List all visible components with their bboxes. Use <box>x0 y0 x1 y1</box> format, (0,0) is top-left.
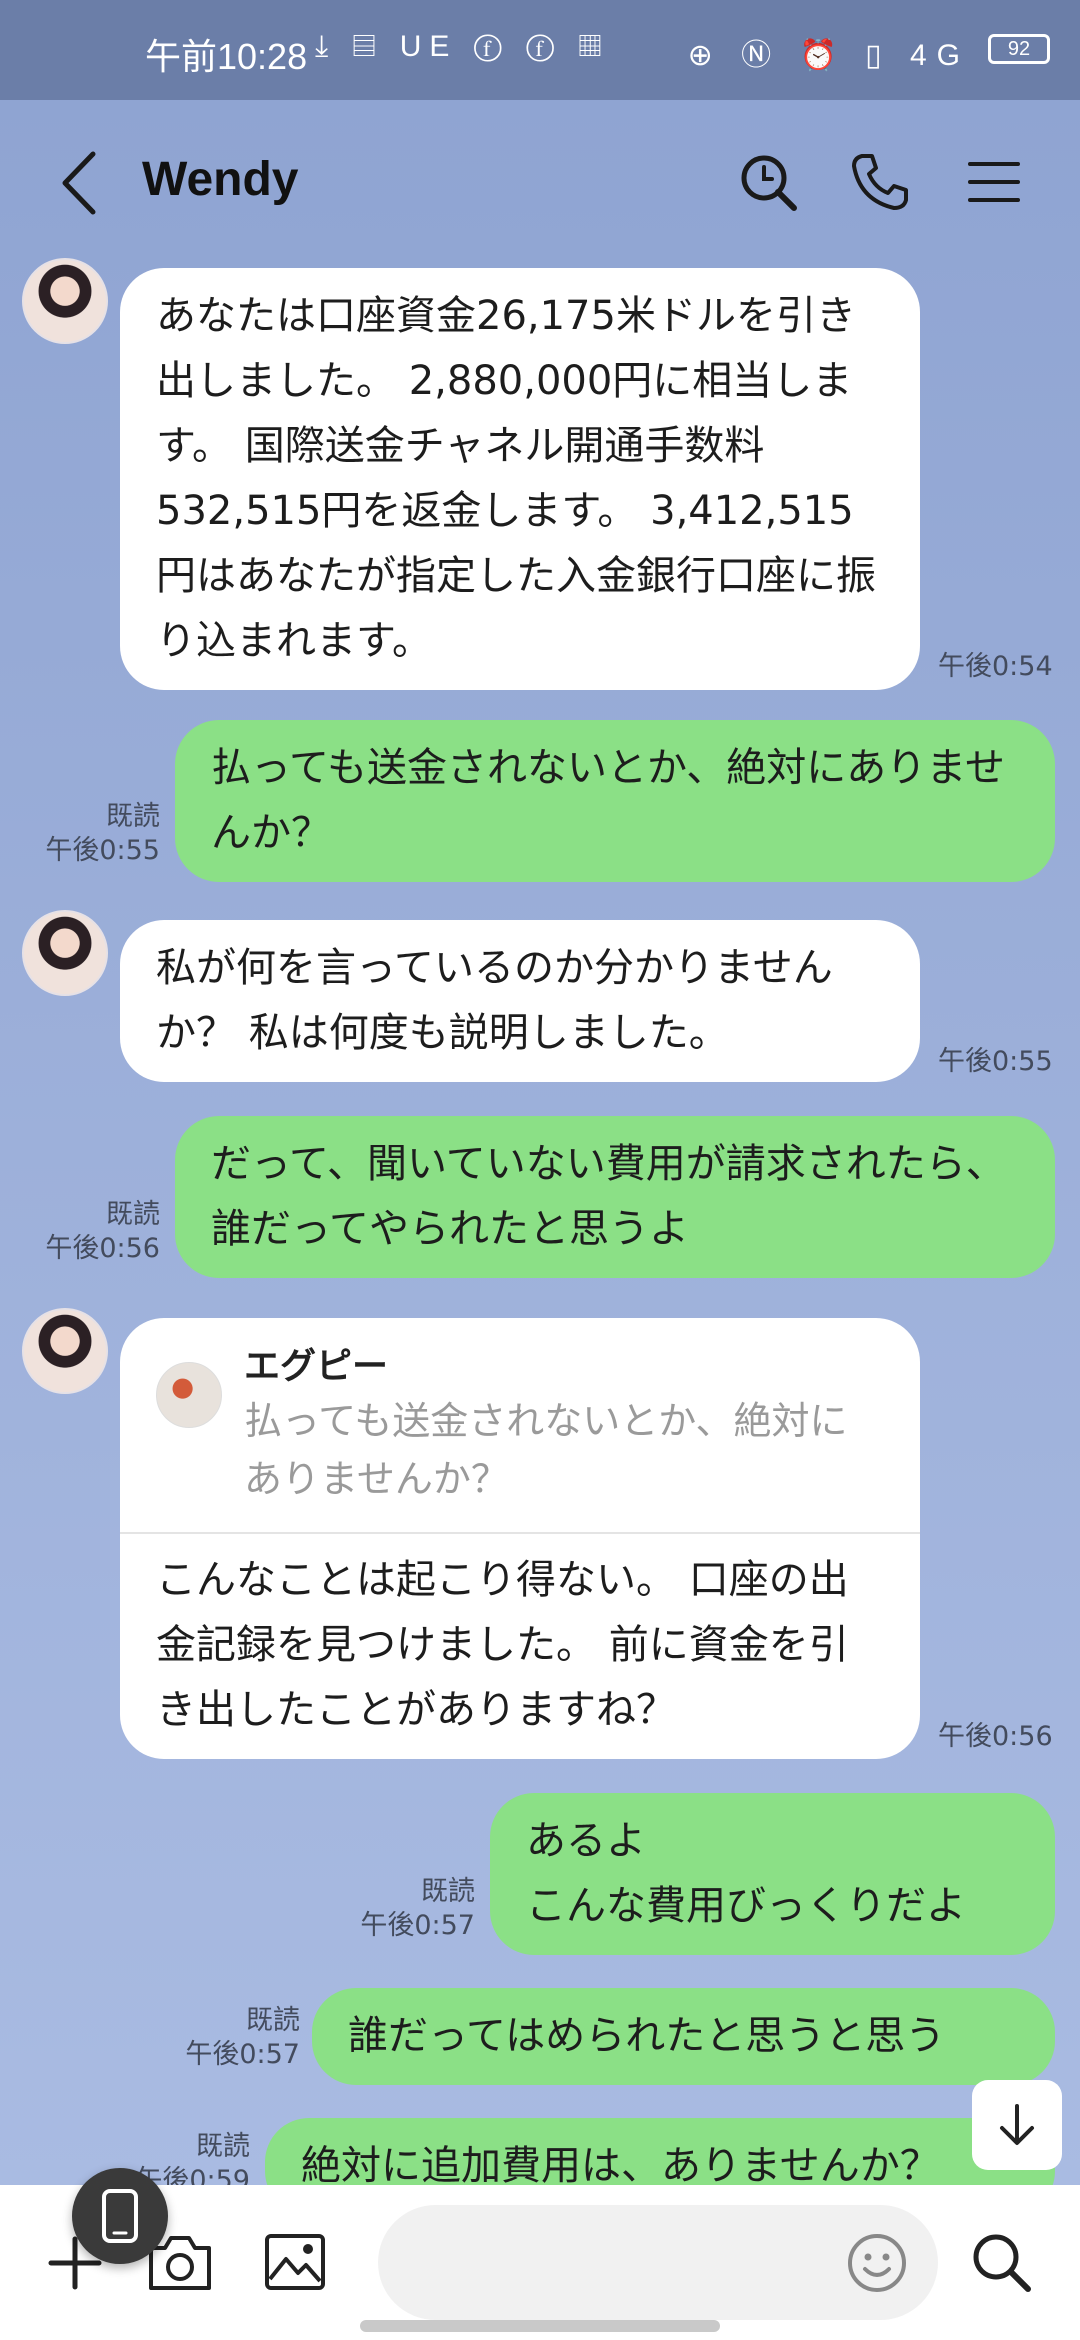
notification-icons: ⤓ ▤ UE ⓕ ⓕ ▦ <box>315 30 610 63</box>
battery-icon: 92 <box>988 34 1050 64</box>
avatar[interactable] <box>22 910 108 996</box>
message-time: 午後0:56 <box>938 1721 1053 1752</box>
read-receipt: 既読 <box>421 1876 475 1907</box>
chat-area[interactable]: Wendy あなたは口座資金26,175米ドルを引き出しました。 2,880,0… <box>0 100 1080 2185</box>
message-bubble-outgoing[interactable]: 払っても送金されないとか、絶対にありませんか？ <box>175 720 1055 882</box>
message-time: 午後0:57 <box>360 1910 475 1941</box>
message-meta: 既読 午後0:57 <box>150 2004 300 2072</box>
scroll-down-button[interactable] <box>972 2080 1062 2170</box>
floating-phone-button[interactable] <box>72 2168 168 2264</box>
image-icon[interactable] <box>262 2229 328 2295</box>
status-time: 午前10:28 <box>145 36 308 77</box>
phone-device-icon <box>102 2189 138 2243</box>
reply-quote[interactable]: エグピー 払っても送金されないとか、絶対にありませんか？ <box>156 1334 884 1532</box>
divider <box>120 1532 920 1534</box>
message-bubble-reply[interactable]: エグピー 払っても送金されないとか、絶対にありませんか？ こんなことは起こり得な… <box>120 1318 920 1759</box>
search-icon[interactable] <box>968 2229 1034 2295</box>
arrow-down-icon <box>1000 2104 1034 2145</box>
message-bubble-incoming[interactable]: 私が何を言っているのか分かりませんか？ 私は何度も説明しました。 <box>120 920 920 1082</box>
message-bubble-outgoing[interactable]: 誰だってはめられたと思うと思う <box>312 1988 1055 2085</box>
message-time: 午後0:54 <box>938 651 1053 682</box>
read-receipt: 既読 <box>246 2005 300 2036</box>
home-indicator <box>360 2320 720 2332</box>
read-receipt: 既読 <box>106 1199 160 1230</box>
status-bar: 午前10:28 ⤓ ▤ UE ⓕ ⓕ ▦ ⊕ Ⓝ ⏰ ▯ 4G 92 <box>0 0 1080 100</box>
message-bubble-outgoing[interactable]: 絶対に追加費用は、ありませんか？ <box>265 2118 1055 2185</box>
reply-text: 払っても送金されないとか、絶対にありませんか？ <box>244 1399 848 1501</box>
read-receipt: 既読 <box>196 2131 250 2162</box>
message-time: 午後0:56 <box>45 1233 160 1264</box>
avatar[interactable] <box>22 1308 108 1394</box>
message-time: 午後0:55 <box>45 835 160 866</box>
message-meta: 既読 午後0:55 <box>30 800 160 868</box>
search-icon[interactable] <box>736 150 800 214</box>
read-receipt: 既読 <box>106 801 160 832</box>
reply-avatar <box>156 1362 222 1428</box>
message-bubble-incoming[interactable]: あなたは口座資金26,175米ドルを引き出しました。 2,880,000円に相当… <box>120 268 920 690</box>
message-meta: 既読 午後0:56 <box>30 1198 160 1266</box>
emoji-icon[interactable] <box>845 2231 909 2295</box>
avatar[interactable] <box>22 258 108 344</box>
message-time: 午後0:55 <box>938 1046 1053 1077</box>
chat-title: Wendy <box>142 153 299 206</box>
message-text: こんなことは起こり得ない。 口座の出金記録を見つけました。 前に資金を引き出した… <box>156 1557 849 1733</box>
menu-icon[interactable] <box>962 150 1026 214</box>
message-bubble-outgoing[interactable]: あるよ こんな費用びっくりだよ <box>490 1793 1055 1955</box>
phone-icon[interactable] <box>848 150 912 214</box>
chat-header: Wendy <box>0 100 1080 260</box>
back-arrow-icon[interactable] <box>55 148 105 218</box>
message-meta: 既読 午後0:57 <box>330 1875 475 1943</box>
reply-sender: エグピー <box>244 1346 389 1387</box>
system-icons: ⊕ Ⓝ ⏰ ▯ 4G <box>687 39 970 72</box>
message-bubble-outgoing[interactable]: だって、聞いていない費用が請求されたら、誰だってやられたと思うよ <box>175 1116 1055 1278</box>
message-time: 午後0:57 <box>185 2039 300 2070</box>
